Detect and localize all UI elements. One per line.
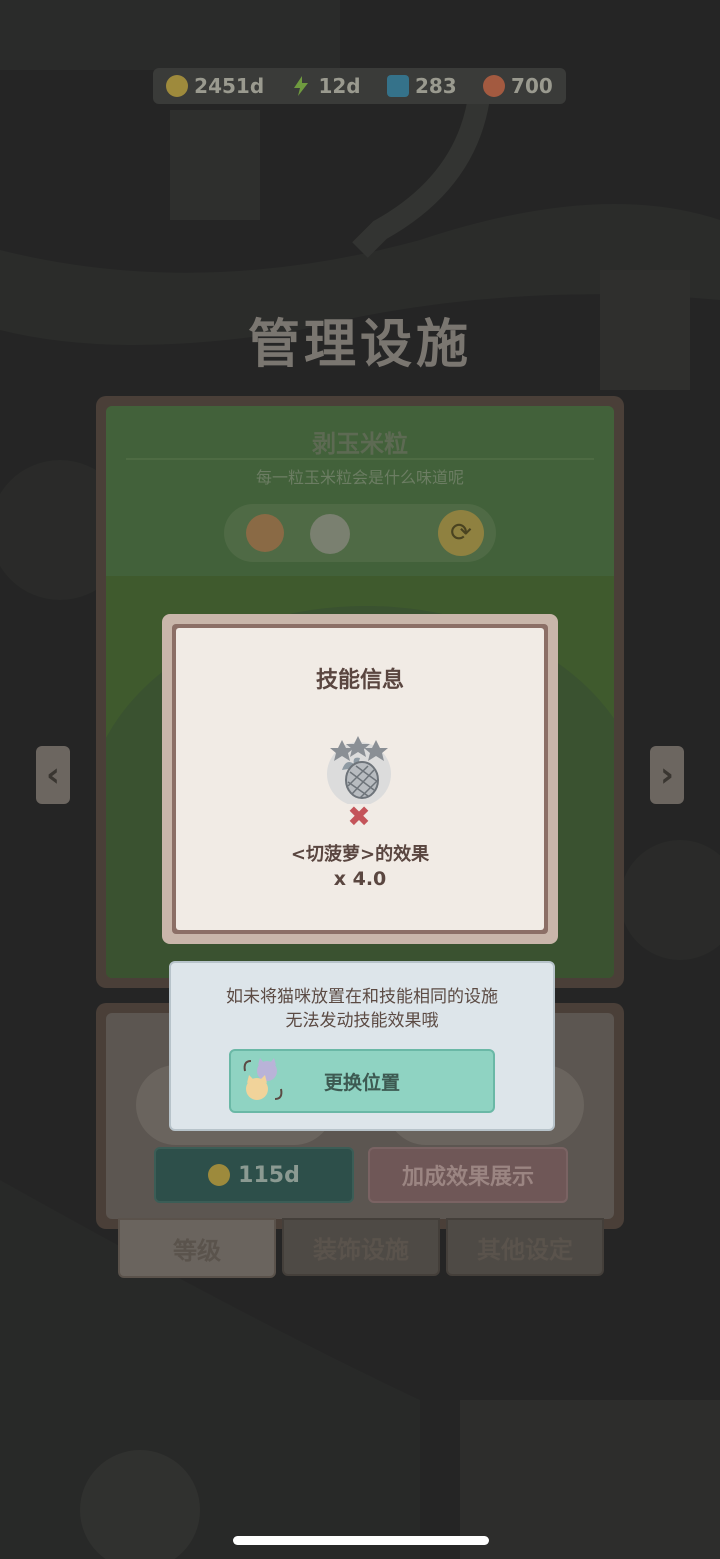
skill-effect-text: <切菠萝>的效果 [290,844,430,865]
chevron-right-icon: › [659,755,674,795]
next-facility-button[interactable]: › [650,746,684,804]
fish-can-icon [483,75,506,97]
tab-decoration[interactable]: 装饰设施 [282,1218,440,1276]
resource-coin: 2451d [166,74,264,98]
home-indicator[interactable] [233,1536,489,1545]
bonus-effect-button[interactable]: 加成效果展示 [368,1147,568,1203]
change-position-button[interactable]: 更换位置 [229,1049,495,1113]
resource-coin-value: 2451d [194,74,265,98]
lightning-icon [290,75,312,97]
warning-text-line1: 如未将猫咪放置在和技能相同的设施 [226,987,498,1007]
refresh-icon: ⟳ [450,518,472,548]
change-position-label: 更换位置 [323,1072,400,1094]
skill-strip: ⟳ [224,504,496,562]
tab-other-settings[interactable]: 其他设定 [446,1218,604,1276]
pineapple-skill-icon[interactable] [310,514,350,554]
upgrade-button[interactable]: 115d [154,1147,354,1203]
resource-energy: 12d [290,74,361,98]
divider [126,458,594,460]
resource-bar: 2451d 12d 283 700 [153,68,566,104]
resource-gem: 283 [386,74,457,98]
skill-multiplier: x 4.0 [333,868,387,890]
facility-name: 剥玉米粒 [312,430,408,458]
gem-icon [386,75,409,97]
tab-bar: 等级 装饰设施 其他设定 [118,1218,604,1278]
modal-frame: 技能信息 ✖ <切菠萝>的效果 x 4.0 [172,624,548,934]
coin-icon [166,75,189,97]
pineapple-skill-icon [324,734,394,806]
chevron-left-icon: ‹ [45,755,60,795]
upgrade-cost: 115d [238,1162,300,1188]
warning-text-line2: 无法发动技能效果哦 [285,1011,439,1031]
prev-facility-button[interactable]: ‹ [36,746,70,804]
resource-fish-can: 700 [483,74,553,98]
resource-gem-value: 283 [414,74,457,98]
modal-title: 技能信息 [315,668,404,693]
warning-text: 如未将猫咪放置在和技能相同的设施 无法发动技能效果哦 [171,985,553,1033]
page-title: 管理设施 [247,315,472,375]
refresh-button[interactable]: ⟳ [438,510,484,556]
close-x-icon: ✖ [347,800,371,833]
facility-description: 每一粒玉米粒会是什么味道呢 [255,468,464,487]
coin-icon [208,1164,231,1186]
resource-fish-can-value: 700 [511,74,553,98]
tab-level[interactable]: 等级 [118,1218,276,1278]
cat-avatar-icon[interactable] [246,514,284,552]
skill-info-modal: 技能信息 ✖ <切菠萝>的效果 x 4.0 [162,614,558,944]
resource-energy-value: 12d [318,74,361,98]
warning-toast: 如未将猫咪放置在和技能相同的设施 无法发动技能效果哦 更换位置 [169,961,555,1131]
modal-body: 技能信息 ✖ <切菠萝>的效果 x 4.0 [176,628,544,930]
